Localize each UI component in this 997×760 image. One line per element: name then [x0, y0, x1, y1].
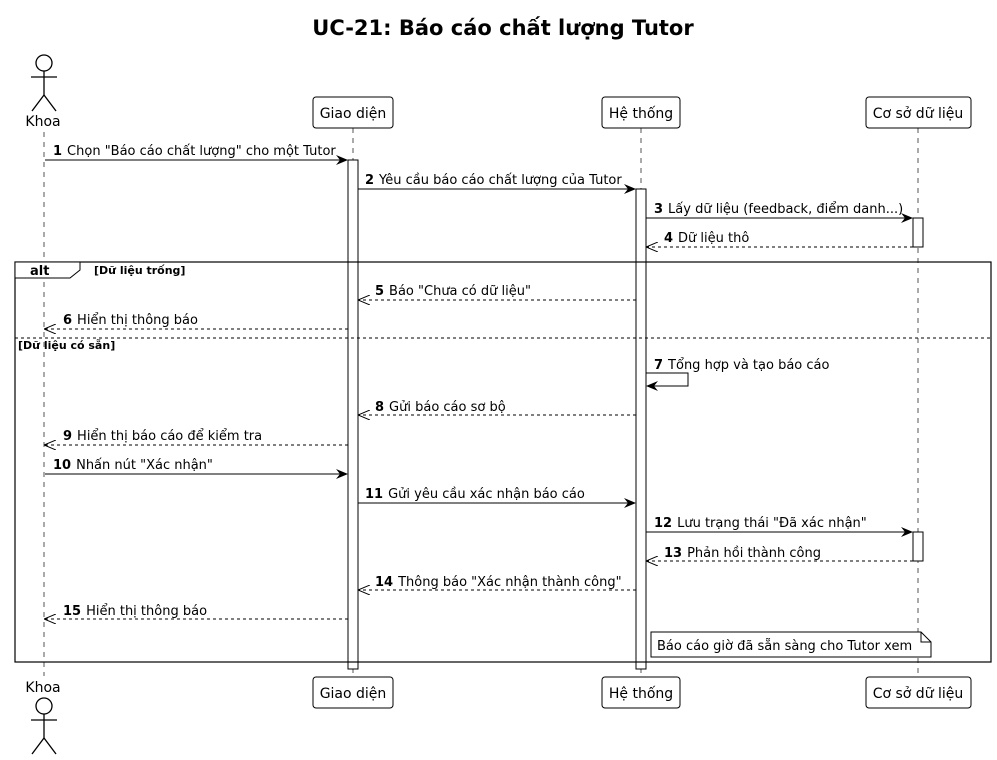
svg-text:11Gửi yêu cầu xác nhận báo cáo: 11 Gửi yêu cầu xác nhận báo cáo [365, 487, 585, 502]
svg-text:7Tổng hợp và tạo báo cáo: 7 Tổng hợp và tạo báo cáo [654, 358, 830, 373]
svg-text:14Thông báo "Xác nhận thành cô: 14 Thông báo "Xác nhận thành công" [375, 575, 622, 590]
svg-text:Giao diện: Giao diện [320, 686, 387, 702]
note-box: Báo cáo giờ đã sẵn sàng cho Tutor xem [650, 631, 932, 658]
svg-text:6Hiển thị thông báo: 6 Hiển thị thông báo [63, 313, 198, 328]
participant-he-thong-bottom: Hệ thống [601, 676, 681, 709]
participant-csdl-bottom: Cơ sở dữ liệu [865, 676, 972, 709]
svg-text:15Hiển thị thông báo: 15 Hiển thị thông báo [63, 604, 207, 619]
svg-text:3Lấy dữ liệu (feedback, điểm d: 3 Lấy dữ liệu (feedback, điểm danh...) [654, 202, 903, 217]
participant-khoa-top: Khoa [25, 114, 60, 130]
message-13: 13 Phản hồi thành công [647, 546, 913, 561]
sequence-diagram: UC-21: Báo cáo chất lượng Tutor Khoa Kho… [14, 16, 992, 755]
participant-khoa-bottom: Khoa [25, 680, 60, 696]
activation-csdl-1 [912, 217, 924, 248]
participant-csdl-top: Cơ sở dữ liệu [865, 96, 972, 129]
svg-text:2Yêu cầu báo cáo chất lượng củ: 2 Yêu cầu báo cáo chất lượng của Tutor [365, 173, 622, 188]
activation-he-thong [635, 188, 647, 670]
svg-text:Hệ thống: Hệ thống [609, 105, 673, 122]
participant-giao-dien-bottom: Giao diện [312, 676, 394, 709]
message-6: 6 Hiển thị thông báo [45, 313, 348, 329]
message-10: 10 Nhấn nút "Xác nhận" [45, 458, 348, 479]
activation-giao-dien [347, 159, 359, 670]
message-11: 11 Gửi yêu cầu xác nhận báo cáo [358, 487, 636, 508]
alt-guard-1: [Dữ liệu trống] [94, 264, 185, 277]
message-14: 14 Thông báo "Xác nhận thành công" [359, 575, 636, 590]
note-text: Báo cáo giờ đã sẵn sàng cho Tutor xem [657, 639, 912, 654]
svg-text:Cơ sở dữ liệu: Cơ sở dữ liệu [873, 686, 964, 702]
svg-text:9Hiển thị báo cáo để kiểm tra: 9 Hiển thị báo cáo để kiểm tra [63, 429, 262, 444]
message-2: 2 Yêu cầu báo cáo chất lượng của Tutor [358, 173, 636, 194]
message-15: 15 Hiển thị thông báo [45, 604, 348, 619]
message-7: 7 Tổng hợp và tạo báo cáo [646, 358, 830, 391]
svg-text:12Lưu trạng thái "Đã xác nhận": 12 Lưu trạng thái "Đã xác nhận" [654, 516, 867, 531]
message-1: 1 Chọn "Báo cáo chất lượng" cho một Tutor [45, 144, 348, 165]
message-9: 9 Hiển thị báo cáo để kiểm tra [45, 429, 348, 445]
message-5: 5 Báo "Chưa có dữ liệu" [359, 284, 636, 300]
participant-he-thong-top: Hệ thống [601, 96, 681, 129]
message-3: 3 Lấy dữ liệu (feedback, điểm danh...) [646, 202, 913, 223]
svg-text:Hệ thống: Hệ thống [609, 685, 673, 702]
svg-text:Cơ sở dữ liệu: Cơ sở dữ liệu [873, 106, 964, 122]
message-12: 12 Lưu trạng thái "Đã xác nhận" [646, 516, 913, 537]
svg-text:13Phản hồi thành công: 13 Phản hồi thành công [664, 546, 821, 561]
activation-csdl-2 [912, 531, 924, 562]
svg-text:5Báo "Chưa có dữ liệu": 5 Báo "Chưa có dữ liệu" [375, 284, 531, 299]
participant-giao-dien-top: Giao diện [312, 96, 394, 129]
alt-guard-2: [Dữ liệu có sẵn] [18, 339, 115, 352]
actor-khoa-top-icon [31, 54, 57, 112]
alt-keyword: alt [30, 264, 49, 279]
diagram-title: UC-21: Báo cáo chất lượng Tutor [312, 16, 694, 40]
svg-text:Giao diện: Giao diện [320, 106, 387, 122]
message-8: 8 Gửi báo cáo sơ bộ [359, 400, 636, 415]
svg-text:10Nhấn nút "Xác nhận": 10 Nhấn nút "Xác nhận" [53, 458, 213, 473]
svg-text:4Dữ liệu thô: 4 Dữ liệu thô [664, 231, 749, 246]
message-4: 4 Dữ liệu thô [647, 231, 913, 247]
actor-khoa-bottom-icon [31, 697, 57, 755]
svg-text:1Chọn "Báo cáo chất lượng" cho: 1 Chọn "Báo cáo chất lượng" cho một Tutor [53, 144, 336, 159]
svg-text:8Gửi báo cáo sơ bộ: 8 Gửi báo cáo sơ bộ [375, 400, 506, 415]
